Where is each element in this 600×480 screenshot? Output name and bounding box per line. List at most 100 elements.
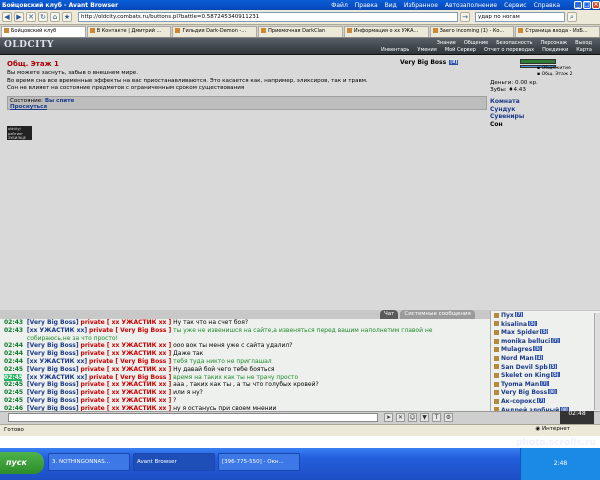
online-user[interactable]: San Devil Spb [5] [491,363,600,372]
chat-private-target[interactable]: private [ xx УЖАСТИК xx ] [81,397,172,404]
chat-time[interactable]: 02:45 [4,389,23,397]
nav-inventory[interactable]: Инвентарь [381,47,409,53]
user-name[interactable]: Very Big Boss [400,59,446,66]
close-button[interactable]: × [592,1,600,9]
online-user[interactable]: Tyoma Man [7] [491,380,600,389]
nav-knowledge[interactable]: Знание [437,40,456,46]
forward-icon[interactable]: ▶ [14,12,24,22]
tab-vkontakte[interactable]: В Контакте | Дмитрий ... [86,25,172,37]
online-user[interactable]: Very Big Boss [8] [491,388,600,397]
rating-badge[interactable]: oldcity/рейтинг ЗУБИЛЩЕ ТОП [7,126,32,145]
chat-time[interactable]: 02:45 [4,373,23,382]
maximize-button[interactable]: □ [583,1,591,9]
chat-private-target[interactable]: private [ xx УЖАСТИК xx ] [81,350,172,357]
online-user[interactable]: Ак-сорокс [7] [491,397,600,406]
search-input[interactable]: удар по ногам [475,12,565,22]
start-button[interactable]: пуск [0,452,44,474]
chat-time[interactable]: 02:43 [4,319,23,327]
online-user[interactable]: Max Spider [5] [491,328,600,337]
nav-map[interactable]: Карта [576,47,592,53]
chat-private-target[interactable]: private [ xx УЖАСТИК xx ] [81,319,172,326]
tab-login[interactable]: Страница входа - ИзБ... [515,25,600,37]
online-scrollbar[interactable] [594,313,600,410]
menu-tools[interactable]: Сервис [504,2,526,9]
address-bar[interactable]: http://oldcity.combats.ru/buttons.pl?bat… [78,12,458,22]
online-user[interactable]: Skelet on King [5] [491,371,600,380]
smile-icon[interactable]: ☺ [408,413,417,422]
refresh-icon[interactable]: ↻ [38,12,48,22]
chat-time[interactable]: 02:43 [4,327,23,335]
nav-transfers[interactable]: Отчет о переводах [484,47,534,53]
send-icon[interactable]: ➤ [384,413,393,422]
exit-floor-2[interactable]: ▪ Общ. Этаж 2 [537,72,573,78]
chat-time[interactable]: 02:44 [4,358,23,366]
link-chest[interactable]: Сундук [490,106,524,114]
chat-private-target[interactable]: private [ xx УЖАСТИК xx ] [81,342,172,349]
task-avant[interactable]: Avant Browser [133,453,215,471]
nav-communication[interactable]: Общение [464,40,488,46]
translit-icon[interactable]: Т [432,413,441,422]
menu-favorites[interactable]: Избранное [404,2,438,9]
chat-sender[interactable]: [Very Big Boss] [27,381,79,388]
settings-icon[interactable]: ⚙ [444,413,453,422]
online-user[interactable]: kisalina [5] [491,320,600,329]
stop-icon[interactable]: ✕ [26,12,36,22]
nav-security[interactable]: Безопасность [496,40,532,46]
home-icon[interactable]: ⌂ [50,12,60,22]
chat-private-target[interactable]: private [ xx УЖАСТИК xx ] [81,381,172,388]
menu-autofill[interactable]: Автозаполнение [445,2,497,9]
wake-up-link[interactable]: Проснуться [10,104,484,110]
chat-sender[interactable]: [Very Big Boss] [27,397,79,404]
go-icon[interactable]: → [460,12,470,22]
task-icq[interactable]: [396-775-550] - Окн... [218,453,300,471]
chat-private-target[interactable]: private [ xx УЖАСТИК xx ] [81,366,172,373]
chat-private-target[interactable]: private [ xx УЖАСТИК xx ] [81,389,172,396]
chat-private-target[interactable]: private [ Very Big Boss ] [89,374,171,381]
chat-time[interactable]: 02:45 [4,397,23,405]
chat-private-target[interactable]: private [ Very Big Boss ] [89,358,171,365]
chat-time[interactable]: 02:45 [4,366,23,374]
nav-battles[interactable]: Поединки [542,47,568,53]
nav-skills[interactable]: Умения [417,47,436,53]
online-user[interactable]: monika belluci [7] [491,337,600,346]
online-user[interactable]: Пух [7] [491,311,600,320]
online-user[interactable]: Nord Man [4] [491,354,600,363]
favorites-icon[interactable]: ★ [62,12,72,22]
chat-sender[interactable]: [Very Big Boss] [27,350,79,357]
tab-system-messages[interactable]: Системные сообщения [400,310,475,319]
minimize-button[interactable]: _ [574,1,582,9]
tab-info[interactable]: Информация о xx УЖА... [343,25,429,37]
search-icon[interactable]: ⌕ [567,12,577,22]
filter-icon[interactable]: ▼ [420,413,429,422]
clear-icon[interactable]: ✕ [396,413,405,422]
link-sleep[interactable]: Сон [490,121,524,129]
chat-sender[interactable]: [Very Big Boss] [27,366,79,373]
nav-character[interactable]: Персонаж [540,40,567,46]
chat-time[interactable]: 02:45 [4,381,23,389]
tab-guild[interactable]: Гильдия Dark-Demon -... [172,25,258,37]
menu-help[interactable]: Справка [534,2,560,9]
link-souvenirs[interactable]: Сувениры [490,113,524,121]
menu-file[interactable]: Файл [331,2,348,9]
tab-combats[interactable]: Бойцовский клуб [1,25,86,37]
chat-time[interactable]: 02:44 [4,342,23,350]
tab-incoming[interactable]: Заего incoming (1) - Ко... [429,25,515,37]
nav-server[interactable]: Мой Сервер [445,47,476,53]
chat-sender[interactable]: [xx УЖАСТИК xx] [27,374,87,381]
link-room[interactable]: Комната [490,98,524,106]
chat-input[interactable] [8,413,378,422]
menu-view[interactable]: Вид [385,2,397,9]
chat-private-target[interactable]: private [ Very Big Boss ] [89,327,171,334]
chat-sender[interactable]: [xx УЖАСТИК xx] [27,327,87,334]
tab-reception[interactable]: Приемочная DarkClan [258,25,343,37]
online-user[interactable]: Mulagres [5] [491,345,600,354]
chat-time[interactable]: 02:44 [4,350,23,358]
task-winamp[interactable]: 3. NOTHINGONNAS... [48,453,130,471]
chat-sender[interactable]: [Very Big Boss] [27,389,79,396]
tab-chat[interactable]: Чат [380,310,399,319]
chat-sender[interactable]: [Very Big Boss] [27,319,79,326]
chat-sender[interactable]: [Very Big Boss] [27,342,79,349]
nav-exit[interactable]: Выход [575,40,592,46]
back-icon[interactable]: ◀ [2,12,12,22]
menu-edit[interactable]: Правка [355,2,378,9]
